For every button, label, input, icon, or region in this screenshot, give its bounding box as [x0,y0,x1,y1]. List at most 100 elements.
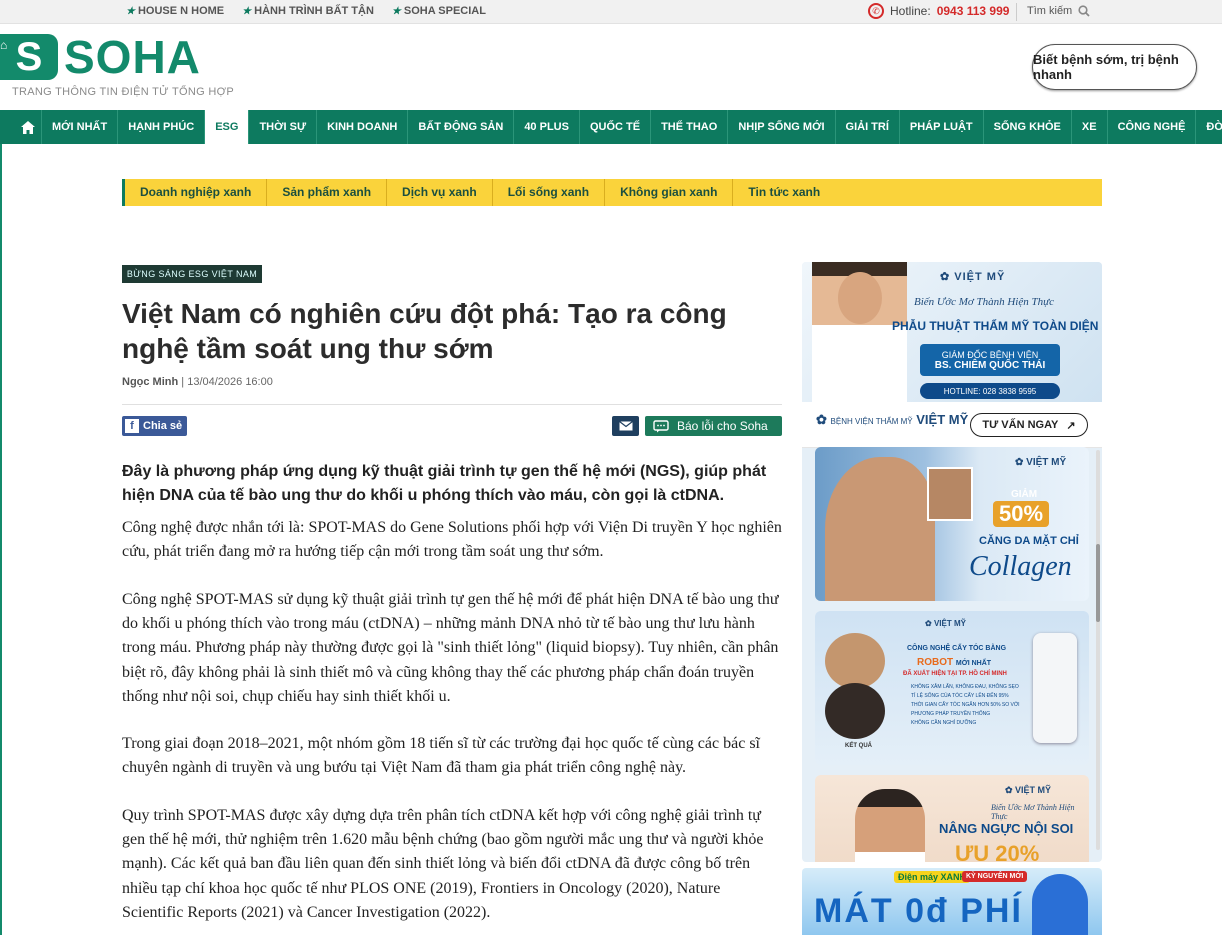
nav-item-esg[interactable]: ESG [205,110,250,144]
subnav-khong-gian-xanh[interactable]: Không gian xanh [605,179,734,206]
nav-item-giai-tri[interactable]: GIẢI TRÍ [836,110,900,144]
card-discount-label: GIẢM [1011,489,1038,500]
top-link-house-n-home[interactable]: ★ HOUSE N HOME [126,5,224,17]
email-share-button[interactable] [612,416,639,436]
card-line1: NÂNG NGỰC NỘI SOI [939,821,1074,836]
card-line1: CÔNG NGHỆ CẤY TÓC BẰNG [907,645,1007,652]
ad-headline: PHẪU THUẬT THẨM MỸ TOÀN DIỆN [892,319,1099,333]
divider [122,404,782,405]
logo-text: SOHA [64,31,201,83]
publish-date: 13/04/2026 16:00 [187,376,273,388]
subnav-tin-tuc-xanh[interactable]: Tin tức xanh [733,179,835,206]
ad2-badge: KỲ NGUYÊN MỚI [962,871,1028,882]
result-label: KẾT QUẢ [845,743,872,749]
esg-subnav: Doanh nghiệp xanh Sản phẩm xanh Dịch vụ … [122,179,1102,206]
sidebar-ad-dien-may-xanh[interactable]: Điện máy XANH KỲ NGUYÊN MỚI MÁT 0đ PHÍ [802,868,1102,935]
top-link-soha-special[interactable]: ★ SOHA SPECIAL [392,5,486,17]
card-line3: ĐÃ XUẤT HIỆN TẠI TP. HỒ CHÍ MINH [903,671,1007,677]
facebook-icon: f [125,419,139,433]
card-line1: CĂNG DA MẶT CHỈ [979,535,1079,547]
nav-home[interactable] [14,110,42,144]
nav-item-phap-luat[interactable]: PHÁP LUẬT [900,110,984,144]
ad-bar-logo: ✿ BỆNH VIỆN THẨM MỸ VIỆT MỸ [816,412,969,427]
ad-banner-top[interactable]: ✿ VIỆT MỸ Biến Ước Mơ Thành Hiện Thực PH… [802,262,1102,402]
ad-director-name: BS. CHIÊM QUỐC THÁI [934,359,1046,371]
ad-director-box: GIÁM ĐỐC BỆNH VIỆN BS. CHIÊM QUỐC THÁI [920,344,1060,376]
arrow-up-right-icon: ↗ [1066,419,1076,432]
article-byline: Ngọc Minh | 13/04/2026 16:00 [122,376,273,388]
star-icon: ★ [126,5,135,17]
mascot-image [1032,874,1088,935]
card-bullets: KHÔNG XÂM LẤN, KHÔNG ĐAU, KHÔNG SẸO TỈ L… [911,684,1020,726]
article-sapo: Đây là phương pháp ứng dụng kỹ thuật giả… [122,463,767,504]
subnav-loi-song-xanh[interactable]: Lối sống xanh [493,179,606,206]
patient-photo [825,457,935,601]
hotline: ✆ Hotline: 0943 113 999 [868,3,1009,19]
facebook-share-button[interactable]: f Chia sẻ [122,416,187,436]
ad-director-title: GIÁM ĐỐC BỆNH VIỆN [941,349,1039,360]
nav-item-cong-nghe[interactable]: CÔNG NGHỆ [1108,110,1197,144]
site-slogan: TRANG THÔNG TIN ĐIỆN TỬ TỔNG HỢP [12,86,234,98]
nav-item-moi-nhat[interactable]: MỚI NHẤT [42,110,119,144]
subnav-dich-vu-xanh[interactable]: Dịch vụ xanh [387,179,493,206]
hotline-label: Hotline: [890,4,931,18]
article-title: Việt Nam có nghiên cứu đột phá: Tạo ra c… [122,298,727,364]
article-paragraph: Công nghệ SPOT-MAS sử dụng kỹ thuật giải… [122,591,779,705]
subnav-doanh-nghiep-xanh[interactable]: Doanh nghiệp xanh [125,179,268,206]
report-label: Báo lỗi cho Soha [677,419,768,433]
star-icon: ★ [242,5,252,17]
ad-toolbar: ✿ BỆNH VIỆN THẨM MỸ VIỆT MỸ TƯ VẤN NGAY … [802,402,1102,448]
card-brand: ✿ VIỆT MỸ [1005,785,1052,795]
main-nav-items: MỚI NHẤT HẠNH PHÚC ESG THỜI SỰ KINH DOAN… [14,110,1222,144]
site-header: S SOHA ⌂ TRANG THÔNG TIN ĐIỆN TỬ TỔNG HỢ… [0,24,1222,110]
card-discount: 50% [993,501,1050,527]
nav-item-hanh-phuc[interactable]: HẠNH PHÚC [118,110,206,144]
nav-item-doi-song[interactable]: ĐỜI SỐNG [1196,110,1222,144]
doctor-face [838,272,882,324]
home-icon[interactable]: ⌂ [0,38,7,52]
ad-card-robot-hair[interactable]: ✿ VIỆT MỸ KẾT QUẢ CÔNG NGHỆ CẤY TÓC BẰNG… [815,611,1089,765]
ad-card-collagen[interactable]: ✿ VIỆT MỸ GIẢM 50% CĂNG DA MẶT CHỈ Colla… [815,447,1089,601]
home-icon [20,120,35,134]
ad-scrollbar-thumb[interactable] [1096,544,1100,622]
top-link-hanh-trinh[interactable]: ★ HÀNH TRÌNH BẤT TẬN [242,5,374,17]
ad2-brand: Điện máy XANH [894,871,971,883]
site-logo[interactable]: S SOHA [0,34,201,80]
nav-item-nhip-song-moi[interactable]: NHỊP SỐNG MỚI [728,110,836,144]
promo-banner[interactable]: Biết bệnh sớm, trị bệnh nhanh [1032,44,1197,90]
nav-item-kinh-doanh[interactable]: KINH DOANH [317,110,409,144]
logo-mark: S [0,34,58,80]
star-icon: ★ [391,5,401,17]
article-paragraph: Quy trình SPOT-MAS được xây dựng dựa trê… [122,807,764,921]
nav-item-the-thao[interactable]: THỂ THAO [651,110,729,144]
author[interactable]: Ngọc Minh [122,376,178,388]
nav-item-quoc-te[interactable]: QUỐC TẾ [580,110,652,144]
card-discount: ƯU 20% [955,841,1040,862]
nav-item-bat-dong-san[interactable]: BẤT ĐỘNG SẢN [408,110,515,144]
top-utility-bar: ★ HOUSE N HOME ★ HÀNH TRÌNH BẤT TẬN ★ SOHA … [0,0,1222,24]
search-icon [1078,5,1090,17]
hotline-number[interactable]: 0943 113 999 [937,4,1010,18]
before-photo [825,633,885,689]
mail-icon [618,421,633,431]
nav-item-xe[interactable]: XE [1072,110,1108,144]
after-photo [825,683,885,739]
esg-badge[interactable]: BỪNG SÁNG ESG VIỆT NAM [122,265,262,283]
ad2-headline: MÁT 0đ PHÍ [814,892,1023,930]
ad-hotline[interactable]: HOTLINE: 028 3838 9595 [920,383,1060,399]
subnav-san-pham-xanh[interactable]: Sản phẩm xanh [267,179,388,206]
search-button[interactable]: Tìm kiếm [1027,5,1090,17]
ad-scrollbar-track[interactable] [1096,450,1100,850]
sidebar-ad-viet-my[interactable]: ✿ VIỆT MỸ Biến Ước Mơ Thành Hiện Thực PH… [802,262,1102,862]
nav-item-song-khoe[interactable]: SỐNG KHỎE [984,110,1072,144]
ad-card-breast-surgery[interactable]: ✿ VIỆT MỸ Biến Ước Mơ Thành Hiện Thực NÂ… [815,775,1089,862]
article-paragraph: Công nghệ được nhắn tới là: SPOT-MAS do … [122,519,782,561]
nav-item-thoi-su[interactable]: THỜI SỰ [249,110,318,144]
ad-tagline: Biến Ước Mơ Thành Hiện Thực [914,296,1054,308]
patient-before-photo [927,467,973,521]
consult-now-button[interactable]: TƯ VẤN NGAY ↗ [970,413,1088,437]
report-error-button[interactable]: Báo lỗi cho Soha [645,416,782,436]
nav-item-40-plus[interactable]: 40 PLUS [514,110,580,144]
phone-icon: ✆ [868,3,884,19]
card-robot: ROBOT MỚI NHẤT [917,657,992,668]
